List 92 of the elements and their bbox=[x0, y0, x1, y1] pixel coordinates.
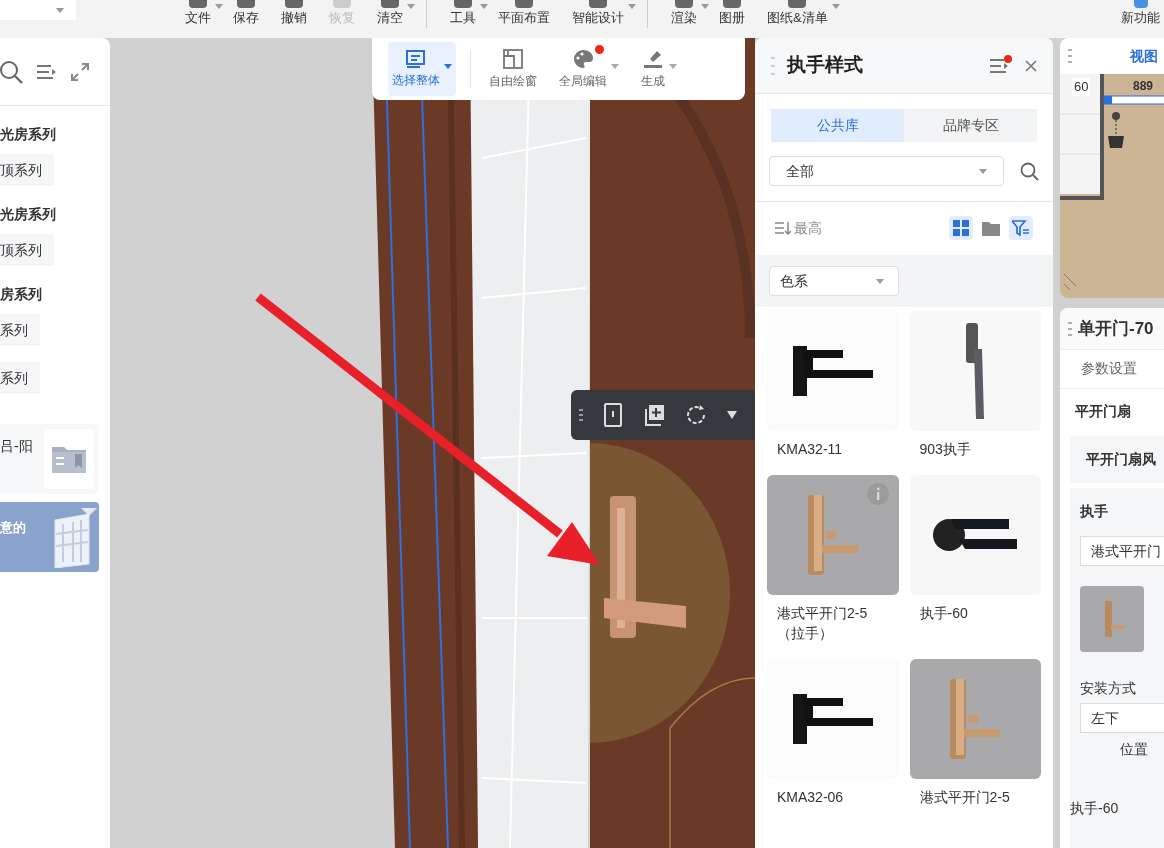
menu-button[interactable]: 清空 bbox=[366, 0, 414, 28]
tool-button[interactable]: 生成 bbox=[637, 42, 681, 96]
menu-button[interactable]: 平面布置 bbox=[487, 0, 561, 28]
caret-icon bbox=[876, 278, 884, 284]
door-icon[interactable] bbox=[603, 403, 623, 427]
style-group[interactable]: 平开门扇风 bbox=[1070, 436, 1164, 483]
drag-handle-icon[interactable] bbox=[1068, 320, 1072, 337]
sort-button[interactable]: 最高 bbox=[775, 217, 822, 239]
caret-icon bbox=[831, 4, 840, 9]
menu-button[interactable]: 文件 bbox=[174, 0, 222, 28]
caret-icon bbox=[611, 64, 619, 69]
grid-icon bbox=[953, 220, 969, 236]
product-name: 903执手 bbox=[918, 440, 972, 459]
panel-title: 执手样式 bbox=[787, 53, 863, 78]
product-name: 港式平开门2-5（拉手） bbox=[776, 604, 869, 643]
folder-icon bbox=[982, 220, 1000, 236]
category-tag[interactable]: 系列 bbox=[0, 362, 40, 394]
menu-button[interactable]: 图纸&清单 bbox=[756, 0, 839, 28]
drag-handle-icon[interactable] bbox=[579, 409, 583, 421]
group-label: 执手 bbox=[1080, 502, 1109, 521]
category-select[interactable]: 全部 bbox=[769, 156, 1004, 186]
add-copy-icon[interactable] bbox=[643, 404, 665, 426]
color-filter-select[interactable]: 色系 bbox=[769, 266, 899, 296]
product-image[interactable] bbox=[767, 311, 899, 431]
sort-icon bbox=[775, 221, 791, 235]
filter-view-button[interactable] bbox=[1009, 216, 1033, 240]
field-label: 安装方式 bbox=[1080, 679, 1137, 698]
grid-view-button[interactable] bbox=[949, 216, 973, 240]
search-icon[interactable] bbox=[0, 59, 23, 84]
section-heading: 光房系列 bbox=[0, 125, 57, 144]
drag-handle-icon[interactable] bbox=[1068, 49, 1072, 63]
dimension-field[interactable]: 60 bbox=[1072, 78, 1091, 96]
menu-button[interactable]: 撤销 bbox=[270, 0, 318, 28]
handle-select[interactable]: 港式平开门 bbox=[1080, 536, 1164, 566]
menu-icon bbox=[990, 58, 1008, 73]
menu-button[interactable]: 图册 bbox=[708, 0, 756, 28]
tool-button[interactable]: 全局编辑 bbox=[555, 42, 623, 96]
draw-icon bbox=[503, 48, 523, 69]
caret-icon bbox=[480, 4, 488, 9]
group-label: 平开门扇风 bbox=[1086, 450, 1156, 469]
window-drawing bbox=[51, 506, 99, 568]
product-name: 港式平开门2-5 bbox=[918, 788, 1011, 807]
tool-button[interactable]: 自由绘窗 bbox=[485, 42, 541, 96]
view-tab[interactable]: 视图 bbox=[1130, 45, 1158, 67]
list-icon[interactable] bbox=[37, 63, 57, 80]
palette-icon bbox=[572, 48, 594, 69]
category-tag[interactable]: 系列 bbox=[0, 314, 40, 346]
category-tag[interactable]: 顶系列 bbox=[0, 154, 54, 186]
search-icon[interactable] bbox=[1020, 161, 1039, 181]
whats-new-button[interactable]: 新功能 bbox=[1121, 0, 1160, 28]
folder-icon bbox=[51, 444, 87, 474]
caret-icon bbox=[701, 4, 709, 9]
expand-icon[interactable] bbox=[71, 62, 89, 81]
build-icon bbox=[642, 48, 664, 69]
menu-button[interactable]: 保存 bbox=[222, 0, 270, 28]
panel-title: 单开门-70 bbox=[1078, 317, 1154, 340]
field-label: 位置 bbox=[1120, 740, 1149, 759]
caret-icon bbox=[215, 4, 223, 9]
product-name: 执手-60 bbox=[918, 604, 969, 623]
product-image[interactable] bbox=[909, 311, 1041, 431]
library-tab[interactable]: 品牌专区 bbox=[904, 109, 1037, 142]
caret-icon bbox=[628, 4, 636, 9]
caret-icon bbox=[407, 4, 415, 9]
product-image[interactable] bbox=[767, 659, 899, 779]
dimension-label: 889 bbox=[1133, 78, 1154, 94]
category-tag[interactable]: 顶系列 bbox=[0, 234, 54, 266]
menu-button[interactable]: 智能设计 bbox=[561, 0, 635, 28]
folder-label: 吕-阳 bbox=[0, 437, 33, 456]
tool-button[interactable]: 选择整体 bbox=[388, 42, 456, 96]
library-tab[interactable]: 公共库 bbox=[771, 109, 904, 142]
caret-icon[interactable] bbox=[727, 411, 737, 419]
mount-select[interactable]: 左下 bbox=[1080, 703, 1164, 733]
product-name: KMA32-11 bbox=[776, 440, 844, 459]
banner-text: 意的 bbox=[0, 519, 26, 537]
select-icon bbox=[406, 49, 426, 68]
caret-icon bbox=[669, 64, 677, 69]
product-image[interactable] bbox=[909, 475, 1041, 595]
filter-icon bbox=[1012, 220, 1030, 236]
close-icon[interactable] bbox=[1025, 59, 1037, 72]
caret-icon bbox=[979, 168, 987, 174]
rotate-icon[interactable] bbox=[685, 404, 707, 426]
menu-button[interactable]: 工具 bbox=[426, 0, 487, 28]
section-heading: 光房系列 bbox=[0, 205, 57, 224]
product-name: 执手-60 bbox=[1070, 799, 1120, 818]
product-name: KMA32-06 bbox=[776, 788, 845, 807]
section-heading: 房系列 bbox=[0, 285, 43, 304]
section-heading: 平开门扇 bbox=[1075, 402, 1132, 421]
menu-button[interactable]: 渲染 bbox=[647, 0, 708, 28]
caret-icon bbox=[56, 7, 64, 13]
caret-icon bbox=[444, 64, 452, 69]
settings-tab[interactable]: 参数设置 bbox=[1081, 358, 1137, 379]
folder-card[interactable]: 吕-阳 bbox=[0, 424, 98, 494]
